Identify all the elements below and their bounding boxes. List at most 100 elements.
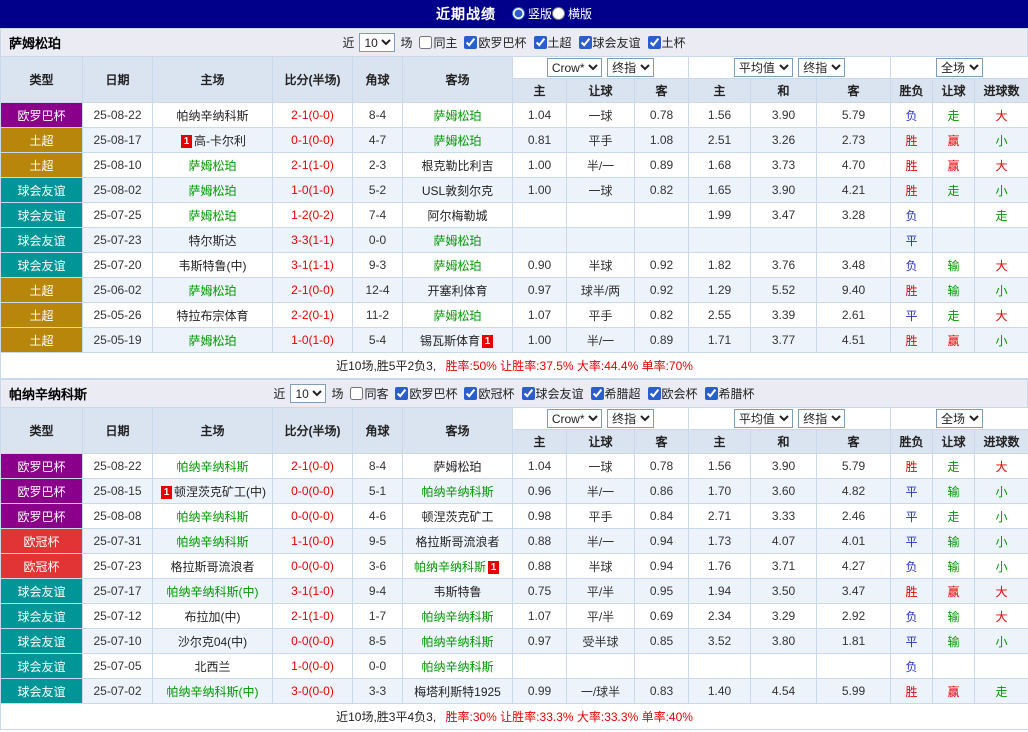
away-team: 帕纳辛纳科斯	[403, 604, 513, 629]
avg-draw: 3.80	[751, 629, 817, 654]
competition-filter[interactable]: 球会友谊	[579, 34, 641, 51]
same-venue-filter[interactable]: 同主	[419, 34, 457, 51]
avg-draw	[751, 228, 817, 253]
competition-checkbox[interactable]	[534, 36, 547, 49]
match-date: 25-06-02	[83, 278, 153, 303]
competition-checkbox[interactable]	[395, 387, 408, 400]
competition-filter[interactable]: 土杯	[648, 34, 686, 51]
odds-home: 0.88	[513, 554, 567, 579]
match-score: 1-0(0-0)	[273, 654, 353, 679]
odds-time-select[interactable]: 终指	[607, 58, 654, 77]
competition-checkbox[interactable]	[579, 36, 592, 49]
odds-handicap: 平手	[567, 303, 635, 328]
competition-filter[interactable]: 土超	[534, 34, 572, 51]
avg-select[interactable]: 平均值	[734, 58, 793, 77]
summary-record: 近10场,胜3平4负3,	[336, 710, 436, 724]
match-row: 球会友谊25-07-25萨姆松珀1-2(0-2)7-4阿尔梅勒城1.993.47…	[1, 203, 1028, 228]
avg-draw: 3.71	[751, 554, 817, 579]
competition-filter[interactable]: 球会友谊	[522, 385, 584, 402]
scope-select[interactable]: 全场	[936, 409, 983, 428]
avg-time-select[interactable]: 终指	[798, 58, 845, 77]
corner-score: 5-1	[353, 479, 403, 504]
odds-away: 0.92	[635, 278, 689, 303]
result-goals: 小	[975, 328, 1028, 353]
match-row: 球会友谊25-07-12布拉加(中)2-1(1-0)1-7帕纳辛纳科斯1.07平…	[1, 604, 1028, 629]
competition-checkbox[interactable]	[464, 36, 477, 49]
result-goals: 走	[975, 203, 1028, 228]
avg-away: 1.81	[817, 629, 891, 654]
competition-checkbox[interactable]	[705, 387, 718, 400]
competition-checkbox[interactable]	[648, 387, 661, 400]
team-section-panathinaikos: 帕纳辛纳科斯 近10场同客欧罗巴杯欧冠杯球会友谊希腊超欧会杯希腊杯 类型 日期 …	[0, 379, 1028, 730]
corner-score: 3-6	[353, 554, 403, 579]
col-header-odds-home: 主	[513, 79, 567, 103]
col-header-home: 主场	[153, 408, 273, 454]
competition-checkbox[interactable]	[464, 387, 477, 400]
competition-label: 球会友谊	[536, 385, 584, 402]
avg-draw: 3.29	[751, 604, 817, 629]
competition-checkbox[interactable]	[591, 387, 604, 400]
same-venue-label: 同客	[364, 385, 388, 402]
match-date: 25-07-23	[83, 554, 153, 579]
odds-home: 1.07	[513, 303, 567, 328]
avg-time-select[interactable]: 终指	[798, 409, 845, 428]
odds-away: 0.95	[635, 579, 689, 604]
avg-home: 2.71	[689, 504, 751, 529]
match-row: 欧罗巴杯25-08-151顿涅茨克矿工(中)0-0(0-0)5-1帕纳辛纳科斯0…	[1, 479, 1028, 504]
same-venue-filter[interactable]: 同客	[350, 385, 388, 402]
match-count-select[interactable]: 10	[359, 33, 395, 52]
away-team: 萨姆松珀	[403, 228, 513, 253]
result-outcome: 负	[891, 103, 933, 128]
avg-select[interactable]: 平均值	[734, 409, 793, 428]
layout-option[interactable]: 横版	[552, 5, 592, 22]
competition-filter[interactable]: 欧罗巴杯	[395, 385, 457, 402]
away-team: 帕纳辛纳科斯	[403, 654, 513, 679]
avg-away: 4.51	[817, 328, 891, 353]
avg-draw: 3.33	[751, 504, 817, 529]
match-count-select[interactable]: 10	[290, 384, 326, 403]
competition-filter[interactable]: 希腊超	[591, 385, 641, 402]
same-venue-checkbox[interactable]	[350, 387, 363, 400]
odds-away: 0.94	[635, 554, 689, 579]
layout-radio[interactable]	[552, 7, 565, 20]
competition-checkbox[interactable]	[648, 36, 661, 49]
type-badge: 球会友谊	[1, 579, 83, 604]
col-header-goals: 进球数	[975, 79, 1028, 103]
odds-away: 0.69	[635, 604, 689, 629]
scope-select[interactable]: 全场	[936, 58, 983, 77]
competition-filter[interactable]: 欧冠杯	[464, 385, 514, 402]
result-handicap: 输	[933, 529, 975, 554]
filter-bar: 近10场同主欧罗巴杯土超球会友谊土杯	[342, 33, 685, 52]
same-venue-checkbox[interactable]	[419, 36, 432, 49]
competition-checkbox[interactable]	[522, 387, 535, 400]
col-header-result: 胜负	[891, 79, 933, 103]
avg-away: 5.79	[817, 103, 891, 128]
away-team: 帕纳辛纳科斯	[403, 629, 513, 654]
away-team: 格拉斯哥流浪者	[403, 529, 513, 554]
layout-radio[interactable]	[512, 7, 525, 20]
odds-away: 0.92	[635, 253, 689, 278]
odds-company-select[interactable]: Crow*	[547, 409, 602, 428]
competition-filter[interactable]: 希腊杯	[705, 385, 755, 402]
match-row: 欧冠杯25-07-23格拉斯哥流浪者0-0(0-0)3-6帕纳辛纳科斯10.88…	[1, 554, 1028, 579]
odds-company-select[interactable]: Crow*	[547, 58, 602, 77]
match-row: 土超25-05-19萨姆松珀1-0(1-0)5-4锡瓦斯体育11.00半/一0.…	[1, 328, 1028, 353]
away-team: 阿尔梅勒城	[403, 203, 513, 228]
result-outcome: 胜	[891, 278, 933, 303]
match-date: 25-07-17	[83, 579, 153, 604]
layout-option[interactable]: 竖版	[512, 5, 552, 22]
odds-home: 1.00	[513, 178, 567, 203]
competition-filter[interactable]: 欧会杯	[648, 385, 698, 402]
away-team: 萨姆松珀	[403, 128, 513, 153]
odds-time-select[interactable]: 终指	[607, 409, 654, 428]
odds-home: 0.88	[513, 529, 567, 554]
odds-selects-row: 类型 日期 主场 比分(半场) 角球 客场 Crow* 终指 平均值 终指	[1, 408, 1028, 430]
result-handicap: 走	[933, 178, 975, 203]
competition-filter[interactable]: 欧罗巴杯	[464, 34, 526, 51]
odds-away: 0.94	[635, 529, 689, 554]
match-score: 0-1(0-0)	[273, 128, 353, 153]
col-header-away: 客场	[403, 57, 513, 103]
match-score: 2-1(0-0)	[273, 103, 353, 128]
table-foot: 近10场,胜3平4负3, 胜率:30% 让胜率:33.3% 大率:33.3% 单…	[1, 704, 1028, 730]
away-team: 萨姆松珀	[403, 303, 513, 328]
